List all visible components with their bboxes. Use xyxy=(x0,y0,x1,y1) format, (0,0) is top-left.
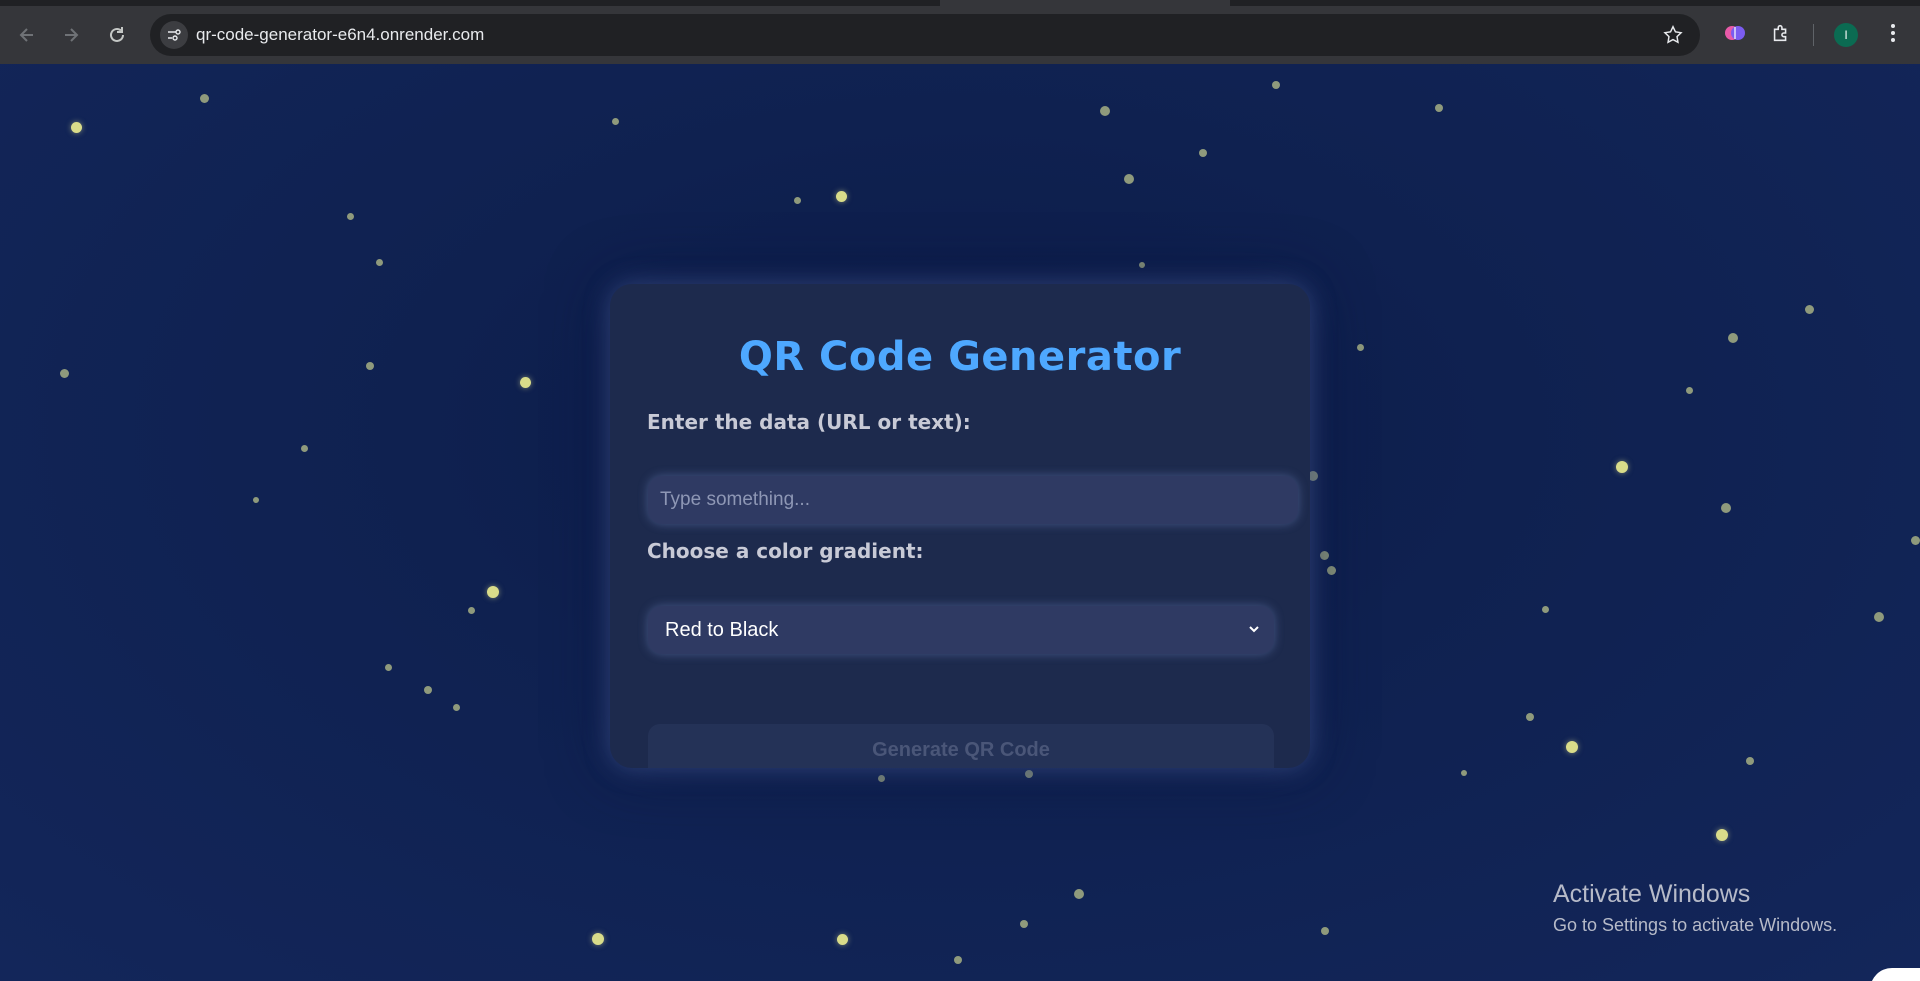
star-dot xyxy=(1139,262,1145,268)
windows-activation-watermark: Activate Windows Go to Settings to activ… xyxy=(1553,880,1837,936)
generate-button-label: Generate QR Code xyxy=(872,739,1050,761)
star-dot xyxy=(1721,503,1731,513)
star-dot xyxy=(611,117,619,125)
star-dot xyxy=(954,956,962,964)
back-button[interactable] xyxy=(10,18,44,52)
generator-card: QR Code Generator Enter the data (URL or… xyxy=(610,284,1310,768)
star-dot xyxy=(1910,535,1920,545)
star-dot xyxy=(1319,550,1329,560)
star-dot xyxy=(1326,565,1336,575)
star-dot xyxy=(487,586,499,598)
reload-icon xyxy=(110,27,124,42)
star-dot xyxy=(59,368,69,378)
star-dot xyxy=(366,362,374,370)
star-dot xyxy=(1461,770,1467,776)
star-dot xyxy=(836,933,848,945)
star-dot xyxy=(300,444,308,452)
chevron-down-icon xyxy=(1246,621,1262,642)
star-dot xyxy=(70,121,82,133)
star-dot xyxy=(1874,612,1884,622)
more-menu-icon[interactable] xyxy=(1880,20,1906,46)
star-dot xyxy=(424,686,432,694)
star-dot xyxy=(375,258,383,266)
star-dot xyxy=(1728,333,1738,343)
watermark-line2: Go to Settings to activate Windows. xyxy=(1553,915,1838,935)
watermark-line1: Activate Windows xyxy=(1553,880,1751,908)
star-dot xyxy=(199,93,209,103)
gradient-select[interactable]: Red to Black xyxy=(648,606,1274,654)
star-dot xyxy=(793,196,801,204)
star-dot xyxy=(877,774,885,782)
star-dot xyxy=(1272,81,1280,89)
star-dot xyxy=(452,703,460,711)
star-dot xyxy=(1321,927,1329,935)
star-dot xyxy=(1526,713,1534,721)
forward-button[interactable] xyxy=(54,18,88,52)
page-title: QR Code Generator xyxy=(738,334,1182,380)
profile-avatar[interactable]: I xyxy=(1834,23,1858,47)
tab-strip xyxy=(0,0,940,6)
site-settings-icon[interactable] xyxy=(160,21,188,49)
star-dot xyxy=(1541,605,1549,613)
browser-toolbar: qr-code-generator-e6n4.onrender.com I xyxy=(0,0,1920,64)
extension-brain-icon[interactable] xyxy=(1722,20,1748,46)
star-dot xyxy=(1199,149,1207,157)
toolbar-separator xyxy=(1813,24,1814,46)
star-dot xyxy=(1685,386,1693,394)
star-dot xyxy=(835,190,847,202)
star-dot xyxy=(1746,757,1754,765)
star-dot xyxy=(253,497,259,503)
tab-strip-right xyxy=(1230,0,1920,6)
star-dot xyxy=(1716,829,1728,841)
star-dot xyxy=(1020,920,1028,928)
star-dot xyxy=(1616,461,1628,473)
reload-button[interactable] xyxy=(100,18,134,52)
star-dot xyxy=(592,933,604,945)
gradient-selected-value: Red to Black xyxy=(665,619,779,641)
floating-extension-button[interactable] xyxy=(1870,968,1920,981)
star-dot xyxy=(1435,104,1443,112)
star-dot xyxy=(467,606,475,614)
extensions-puzzle-icon[interactable] xyxy=(1768,20,1794,46)
forward-icon xyxy=(65,28,79,42)
star-dot xyxy=(1566,741,1578,753)
star-dot xyxy=(384,663,392,671)
star-dot xyxy=(1804,304,1814,314)
url-text: qr-code-generator-e6n4.onrender.com xyxy=(196,25,485,44)
star-dot xyxy=(346,212,354,220)
star-dot xyxy=(1124,174,1134,184)
star-dot xyxy=(1074,889,1084,899)
page-background: QR Code Generator Enter the data (URL or… xyxy=(0,64,1920,981)
star-dot xyxy=(1100,106,1110,116)
address-bar[interactable]: qr-code-generator-e6n4.onrender.com xyxy=(150,14,1700,56)
star-dot xyxy=(1025,770,1033,778)
generate-button[interactable]: Generate QR Code xyxy=(648,724,1274,768)
data-input-label: Enter the data (URL or text): xyxy=(647,410,971,434)
data-input[interactable] xyxy=(648,476,1298,524)
gradient-label: Choose a color gradient: xyxy=(647,539,924,563)
star-dot xyxy=(1356,343,1364,351)
extension-brain-icon xyxy=(1880,976,1908,981)
back-icon xyxy=(19,28,33,42)
star-dot xyxy=(519,376,531,388)
bookmark-star-icon[interactable] xyxy=(1662,24,1684,51)
